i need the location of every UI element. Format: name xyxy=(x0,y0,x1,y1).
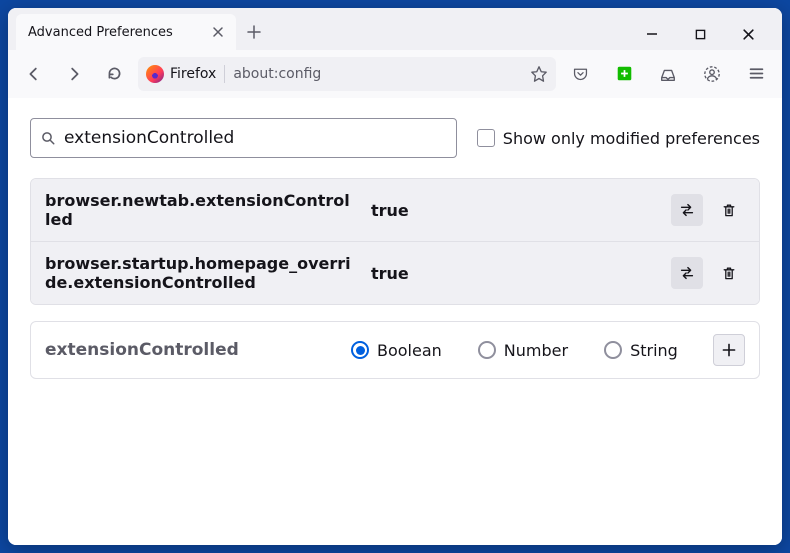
radio-label: Boolean xyxy=(377,341,442,360)
row-actions xyxy=(671,194,745,226)
close-window-button[interactable] xyxy=(728,19,768,49)
pref-name: browser.newtab.extensionControlled xyxy=(45,191,355,229)
account-icon[interactable] xyxy=(696,58,728,90)
add-pref-button[interactable] xyxy=(713,334,745,366)
checkbox-icon xyxy=(477,129,495,147)
radio-icon xyxy=(604,341,622,359)
radio-label: String xyxy=(630,341,678,360)
preference-list: browser.newtab.extensionControlled true … xyxy=(30,178,760,305)
radio-icon xyxy=(351,341,369,359)
close-tab-icon[interactable] xyxy=(212,26,224,38)
toggle-icon[interactable] xyxy=(671,194,703,226)
url-identity: Firefox xyxy=(146,65,216,83)
new-tab-button[interactable] xyxy=(240,18,268,46)
url-brand: Firefox xyxy=(170,66,216,82)
url-text: about:config xyxy=(233,66,321,82)
show-modified-checkbox[interactable]: Show only modified preferences xyxy=(477,129,760,148)
reload-button[interactable] xyxy=(98,58,130,90)
new-preference-row: extensionControlled Boolean Number Strin… xyxy=(30,321,760,379)
new-pref-name: extensionControlled xyxy=(45,340,335,360)
checkbox-label: Show only modified preferences xyxy=(503,129,760,148)
radio-label: Number xyxy=(504,341,568,360)
type-radio-group: Boolean Number String xyxy=(351,341,697,360)
delete-icon[interactable] xyxy=(713,257,745,289)
delete-icon[interactable] xyxy=(713,194,745,226)
preference-row[interactable]: browser.newtab.extensionControlled true xyxy=(31,179,759,241)
about-config-content: Show only modified preferences browser.n… xyxy=(8,98,782,545)
minimize-button[interactable] xyxy=(632,19,672,49)
firefox-icon xyxy=(146,65,164,83)
forward-button[interactable] xyxy=(58,58,90,90)
pocket-icon[interactable] xyxy=(564,58,596,90)
browser-window: Advanced Preferences xyxy=(8,8,782,545)
toolbar-right-icons xyxy=(564,58,772,90)
radio-icon xyxy=(478,341,496,359)
radio-number[interactable]: Number xyxy=(478,341,568,360)
search-box[interactable] xyxy=(30,118,457,158)
extension-icon[interactable] xyxy=(608,58,640,90)
window-controls xyxy=(632,15,774,49)
row-actions xyxy=(671,257,745,289)
back-button[interactable] xyxy=(18,58,50,90)
search-input[interactable] xyxy=(64,128,446,148)
search-icon xyxy=(41,131,56,146)
radio-boolean[interactable]: Boolean xyxy=(351,341,442,360)
tab-title: Advanced Preferences xyxy=(28,25,173,40)
hamburger-menu-icon[interactable] xyxy=(740,58,772,90)
toggle-icon[interactable] xyxy=(671,257,703,289)
pref-value: true xyxy=(371,264,655,283)
inbox-icon[interactable] xyxy=(652,58,684,90)
pref-name: browser.startup.homepage_override.extens… xyxy=(45,254,355,292)
preference-row[interactable]: browser.startup.homepage_override.extens… xyxy=(31,241,759,304)
radio-string[interactable]: String xyxy=(604,341,678,360)
navigation-toolbar: Firefox about:config xyxy=(8,50,782,98)
search-row: Show only modified preferences xyxy=(30,118,760,158)
pref-value: true xyxy=(371,201,655,220)
maximize-button[interactable] xyxy=(680,19,720,49)
bookmark-star-icon[interactable] xyxy=(530,65,548,83)
url-bar[interactable]: Firefox about:config xyxy=(138,57,556,91)
url-separator xyxy=(224,65,225,83)
tab-advanced-preferences[interactable]: Advanced Preferences xyxy=(16,14,236,50)
tab-bar: Advanced Preferences xyxy=(8,8,782,50)
